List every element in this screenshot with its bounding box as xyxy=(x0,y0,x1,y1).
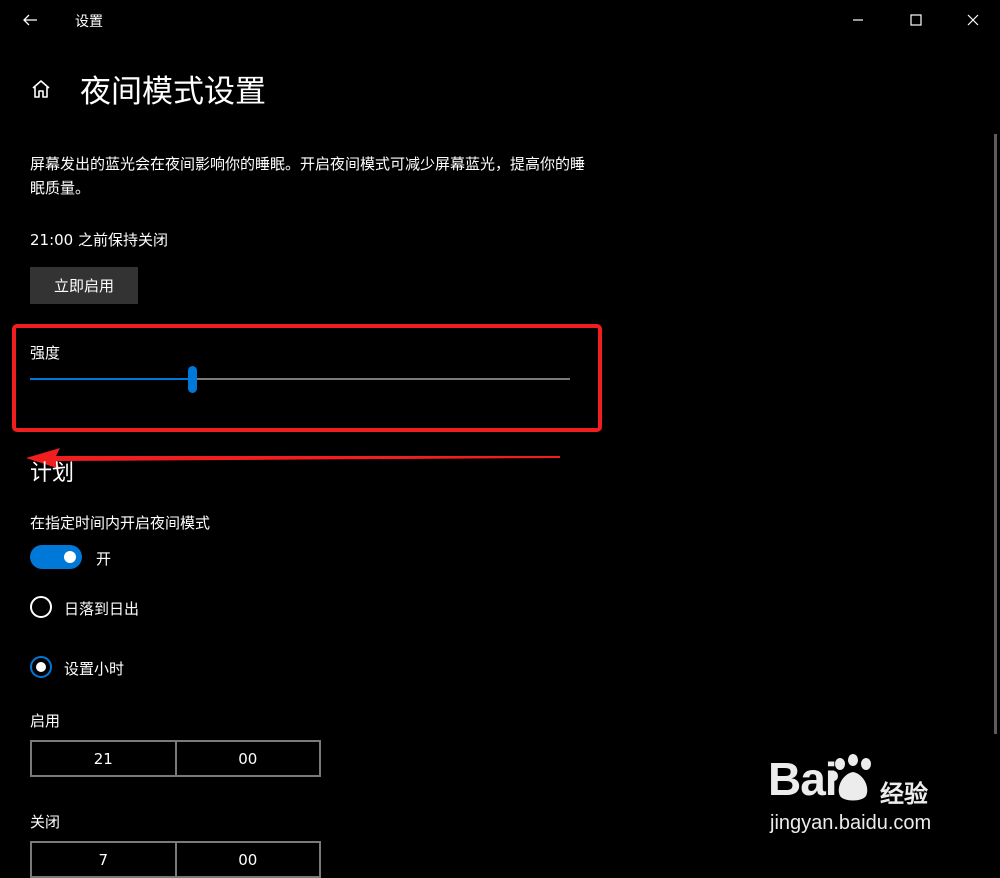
description-text: 屏幕发出的蓝光会在夜间影响你的睡眠。开启夜间模式可减少屏幕蓝光，提高你的睡眠质量… xyxy=(30,155,586,197)
close-icon xyxy=(967,14,979,26)
radio-label-sunset-to-sunrise: 日落到日出 xyxy=(64,600,140,618)
on-time-minute[interactable]: 00 xyxy=(174,742,320,775)
status-text: 21:00 之前保持关闭 xyxy=(30,231,168,249)
home-icon xyxy=(32,80,50,98)
watermark: Bai 经验 jingyan.baidu.com xyxy=(760,748,960,843)
back-button[interactable] xyxy=(10,4,50,36)
annotation-arrow xyxy=(26,448,560,469)
radio-label-set-hours: 设置小时 xyxy=(64,660,125,678)
on-time-hour[interactable]: 21 xyxy=(32,742,175,775)
radio-sunset-to-sunrise[interactable] xyxy=(30,596,52,618)
schedule-toggle[interactable] xyxy=(30,545,82,569)
window-title: 设置 xyxy=(75,14,103,30)
title-bar: 设置 xyxy=(0,0,1000,40)
maximize-icon xyxy=(910,14,922,26)
scrollbar[interactable] xyxy=(994,134,997,734)
page-title: 夜间模式设置 xyxy=(80,74,266,110)
minimize-button[interactable] xyxy=(838,4,878,36)
strength-slider[interactable] xyxy=(30,366,570,394)
radio-set-hours[interactable] xyxy=(30,656,52,678)
schedule-toggle-label: 在指定时间内开启夜间模式 xyxy=(30,514,211,532)
watermark-url: jingyan.baidu.com xyxy=(770,812,932,834)
on-time-label: 启用 xyxy=(30,712,61,730)
toggle-state-text: 开 xyxy=(96,550,112,568)
watermark-logo: Bai xyxy=(768,753,838,805)
off-time-label: 关闭 xyxy=(30,813,61,831)
home-button[interactable] xyxy=(24,72,58,106)
close-button[interactable] xyxy=(953,4,993,36)
watermark-logo-text: 经验 xyxy=(880,780,928,808)
slider-fill xyxy=(30,378,192,380)
schedule-section-title: 计划 xyxy=(30,461,75,486)
minimize-icon xyxy=(853,19,863,21)
strength-label: 强度 xyxy=(30,344,61,362)
slider-thumb[interactable] xyxy=(188,366,197,393)
back-arrow-icon xyxy=(23,14,37,26)
on-time-picker[interactable]: 21 00 xyxy=(30,740,321,777)
toggle-knob xyxy=(64,551,76,563)
maximize-button[interactable] xyxy=(896,4,936,36)
enable-now-button[interactable]: 立即启用 xyxy=(30,267,138,304)
